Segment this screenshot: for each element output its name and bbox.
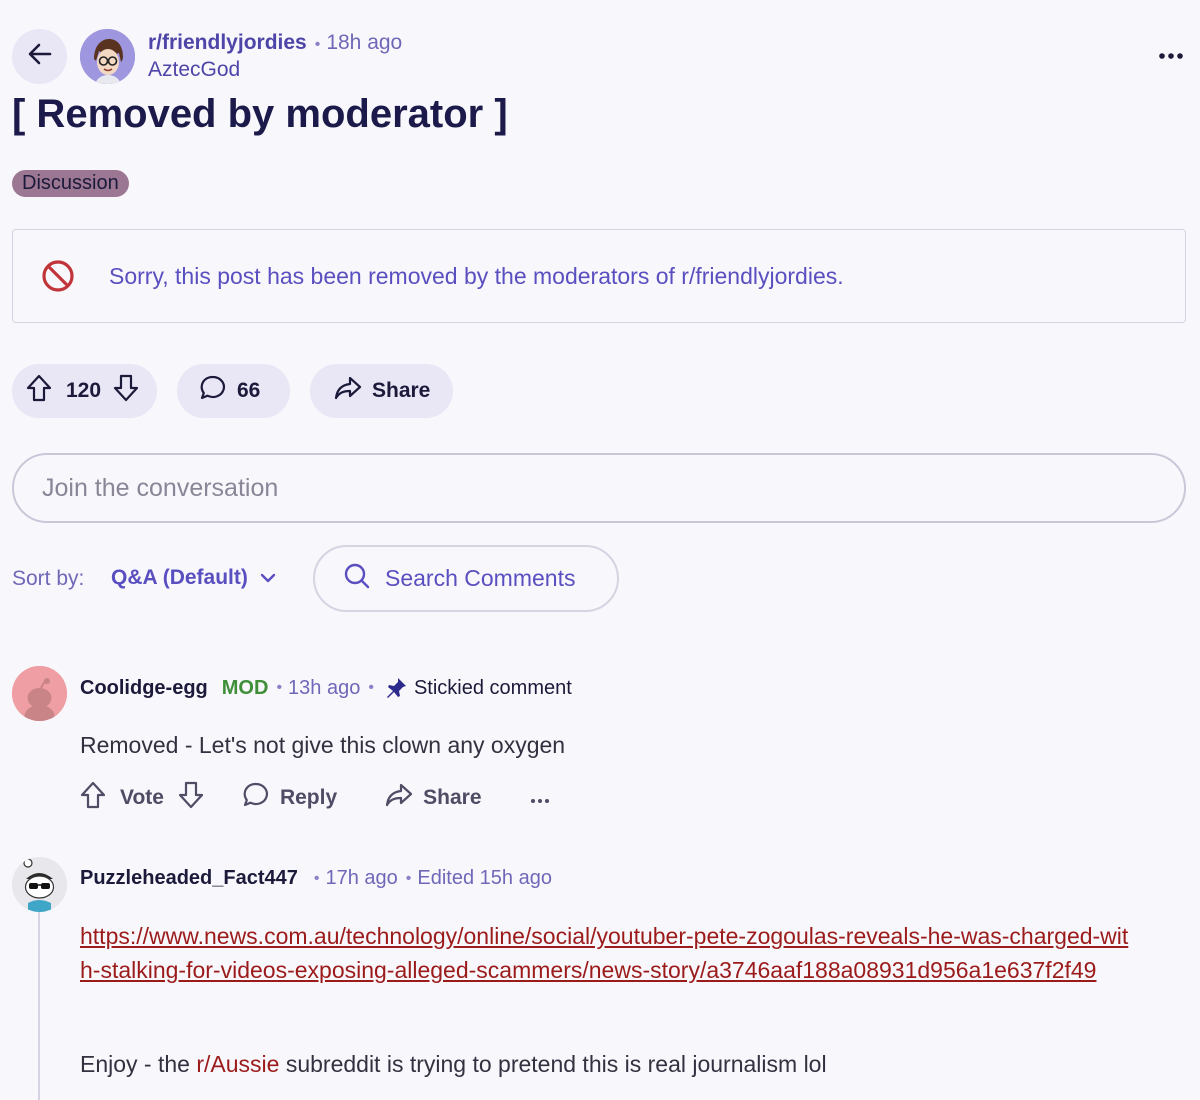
share-icon xyxy=(385,782,413,814)
share-icon xyxy=(334,375,362,407)
comment-actions: Vote Reply Share xyxy=(80,781,550,815)
sort-value: Q&A (Default) xyxy=(111,566,248,589)
downvote-icon[interactable] xyxy=(113,374,139,408)
comment-body-text: subreddit is trying to pretend this is r… xyxy=(279,1051,827,1077)
mod-badge: MOD xyxy=(221,676,269,699)
join-conversation-field[interactable] xyxy=(12,453,1186,523)
upvote-icon[interactable] xyxy=(80,781,106,815)
sort-dropdown[interactable]: Q&A (Default) xyxy=(111,566,276,590)
removed-notice: Sorry, this post has been removed by the… xyxy=(12,229,1186,323)
comment-more-button[interactable] xyxy=(530,786,550,810)
back-button[interactable] xyxy=(12,29,67,84)
comment-link[interactable]: https://www.news.com.au/technology/onlin… xyxy=(80,919,1140,987)
sort-label: Sort by: xyxy=(12,567,85,590)
comment-icon xyxy=(199,374,227,408)
comment-age: 17h ago xyxy=(325,867,398,889)
comments-button[interactable]: 66 xyxy=(177,364,290,418)
comment-meta: Coolidge-egg MOD • 13h ago • Stickied co… xyxy=(80,676,572,700)
stickied-label: Stickied comment xyxy=(413,676,572,699)
avatar[interactable] xyxy=(12,857,67,912)
comment-meta: Puzzleheaded_Fact447 • 17h ago • Edited … xyxy=(80,867,552,890)
search-icon xyxy=(343,562,371,596)
avatar[interactable] xyxy=(12,666,67,721)
upvote-icon[interactable] xyxy=(26,374,52,408)
vote-label: Vote xyxy=(120,786,164,809)
comment-body: Removed - Let's not give this clown any … xyxy=(80,732,566,758)
vote-count: 120 xyxy=(66,379,102,402)
comment-vote: Vote xyxy=(80,781,204,815)
vote-bar: 120 xyxy=(12,364,157,418)
post-meta: r/friendlyjordies • 18h ago xyxy=(148,31,403,55)
post-author[interactable]: AztecGod xyxy=(148,58,240,82)
post-flair[interactable]: Discussion xyxy=(12,170,129,197)
reply-button[interactable]: Reply xyxy=(242,781,337,815)
post-title: [ Removed by moderator ] xyxy=(12,92,508,136)
comment-author[interactable]: Coolidge-egg xyxy=(80,677,208,700)
subreddit-link[interactable]: r/friendlyjordies xyxy=(148,31,307,55)
comment-body-text: Enjoy - the xyxy=(80,1051,197,1077)
search-comments-button[interactable]: Search Comments xyxy=(313,545,619,612)
back-arrow-icon xyxy=(26,40,54,73)
post-age: 18h ago xyxy=(326,31,403,54)
ellipsis-icon xyxy=(530,786,550,810)
subreddit-avatar[interactable] xyxy=(80,29,135,84)
comment-body: Enjoy - the r/Aussie subreddit is trying… xyxy=(80,1051,827,1078)
thread-line[interactable] xyxy=(38,912,40,1100)
removed-notice-text: Sorry, this post has been removed by the… xyxy=(109,262,844,289)
comment-count: 66 xyxy=(237,379,261,402)
share-label: Share xyxy=(372,379,431,402)
comment-author[interactable]: Puzzleheaded_Fact447 xyxy=(80,867,298,890)
subreddit-mention-link[interactable]: r/Aussie xyxy=(196,1051,279,1077)
more-icon xyxy=(1158,47,1184,65)
downvote-icon[interactable] xyxy=(178,781,204,815)
comment-input[interactable] xyxy=(42,473,1184,503)
share-button[interactable]: Share xyxy=(310,364,453,418)
comment-age: 13h ago xyxy=(288,676,361,699)
comment-share-label: Share xyxy=(423,786,482,809)
chevron-down-icon xyxy=(260,573,276,583)
edited-label: Edited 15h ago xyxy=(417,867,552,889)
ban-icon xyxy=(41,259,75,293)
comment-share-button[interactable]: Share xyxy=(385,782,482,814)
more-options-button[interactable] xyxy=(1154,44,1188,68)
comment-icon xyxy=(242,781,270,815)
reply-label: Reply xyxy=(279,786,338,809)
search-comments-label: Search Comments xyxy=(385,565,576,591)
pin-icon xyxy=(384,676,408,700)
